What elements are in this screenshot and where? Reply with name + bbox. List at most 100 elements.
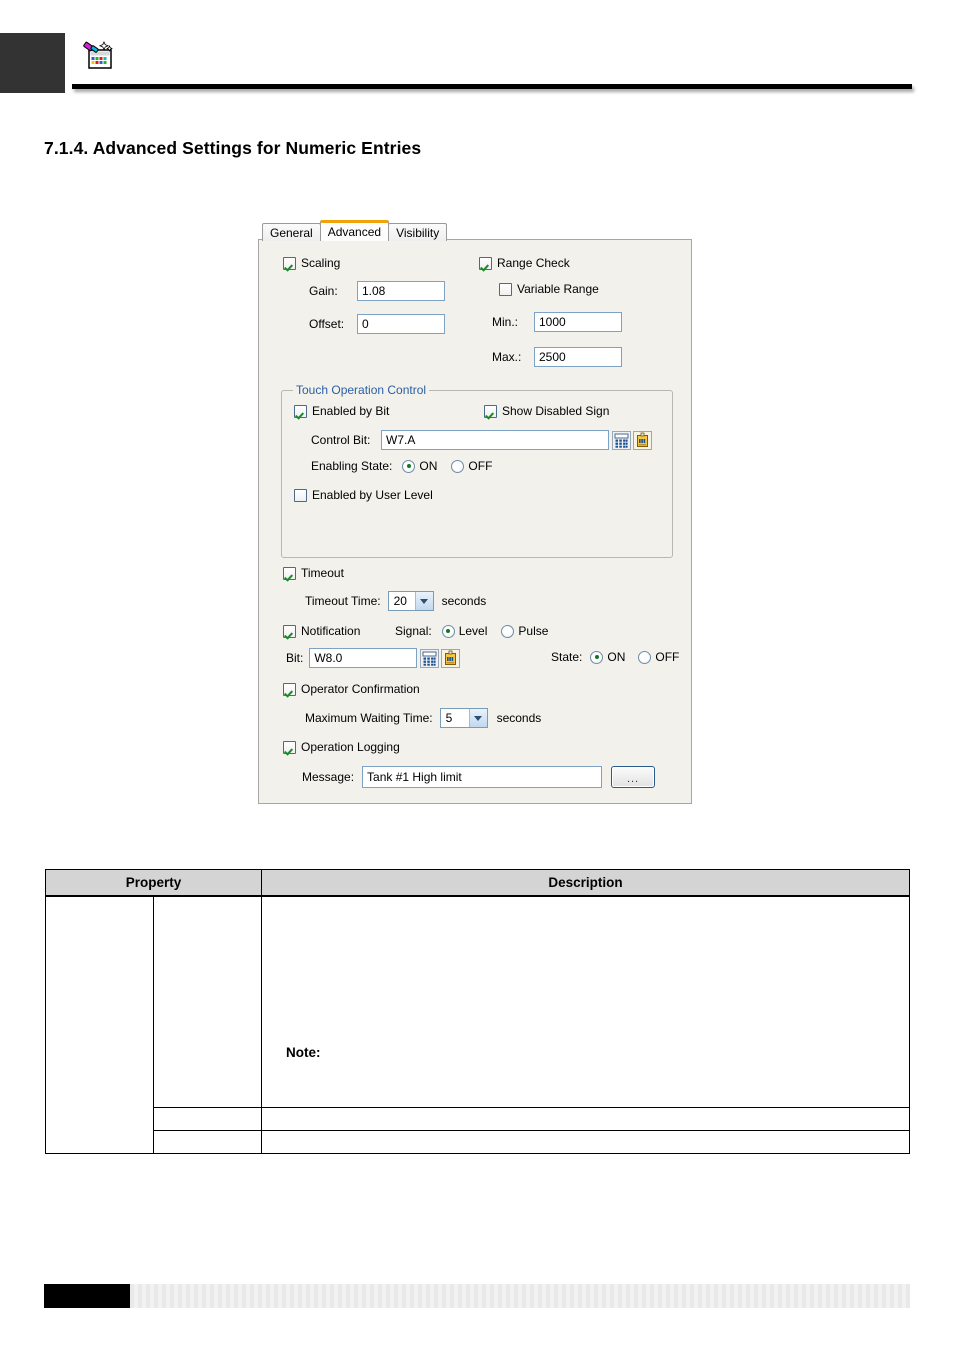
scaling-label: Scaling: [301, 256, 341, 270]
message-label: Message:: [302, 770, 355, 784]
max-waiting-time-select[interactable]: 5: [439, 708, 488, 728]
enabling-state-row: Enabling State: ON OFF: [311, 459, 492, 473]
enabling-state-label: Enabling State:: [311, 459, 393, 473]
signal-label: Signal:: [395, 624, 432, 638]
message-row: Message: Tank #1 High limit ...: [302, 766, 656, 788]
header-property: Property: [45, 869, 262, 897]
scaling-checkbox[interactable]: [283, 256, 296, 270]
enabled-by-bit-row[interactable]: Enabled by Bit: [294, 404, 389, 418]
max-waiting-time-label: Maximum Waiting Time:: [305, 711, 433, 725]
touch-operation-control-legend: Touch Operation Control: [293, 383, 430, 397]
state-label: State:: [551, 650, 583, 664]
min-label: Min.:: [492, 315, 519, 329]
notification-checkbox-row[interactable]: Notification: [283, 624, 360, 638]
signal-level-radio[interactable]: [441, 624, 455, 638]
min-input[interactable]: 1000: [534, 312, 622, 332]
header-black-marker: [0, 33, 65, 93]
keypad-icon[interactable]: [612, 430, 631, 450]
enabled-by-bit-label: Enabled by Bit: [312, 404, 390, 418]
state-off-radio[interactable]: [638, 650, 652, 664]
page-header: [0, 0, 954, 110]
notification-bit-input[interactable]: W8.0: [309, 648, 418, 668]
notification-state-row: State: ON OFF: [551, 650, 679, 664]
enabling-state-on-radio[interactable]: [402, 459, 416, 473]
notification-checkbox[interactable]: [283, 624, 296, 638]
chevron-down-icon[interactable]: [414, 592, 433, 610]
range-check-checkbox[interactable]: [479, 256, 492, 270]
browse-message-button[interactable]: ...: [611, 766, 656, 788]
range-check-label: Range Check: [497, 256, 570, 270]
table-row: [46, 1130, 910, 1154]
keypad-icon[interactable]: [420, 648, 440, 668]
page-title: 7.1.4. Advanced Settings for Numeric Ent…: [44, 138, 422, 158]
timeout-time-row: Timeout Time: 20 seconds: [305, 591, 486, 611]
tag-icon[interactable]: [633, 430, 652, 450]
footer-black-marker: [44, 1284, 130, 1308]
variable-range-row[interactable]: Variable Range: [499, 282, 599, 296]
paint-palette-window-icon: [82, 40, 114, 72]
cell-description: [261, 1107, 910, 1131]
operation-logging-checkbox-row[interactable]: Operation Logging: [283, 740, 400, 754]
header-divider-rule: [72, 84, 912, 89]
range-check-checkbox-row[interactable]: Range Check: [479, 256, 570, 270]
operation-logging-checkbox[interactable]: [283, 740, 296, 754]
max-label: Max.:: [492, 350, 522, 364]
gain-row: Gain: 1.08: [309, 281, 445, 301]
timeout-checkbox-row[interactable]: Timeout: [283, 566, 344, 580]
cell-property-sub: [153, 895, 262, 1108]
offset-row: Offset: 0: [309, 314, 445, 334]
show-disabled-sign-label: Show Disabled Sign: [502, 404, 610, 418]
state-on-label: ON: [607, 650, 626, 664]
cell-description: Note:: [261, 895, 910, 1108]
notification-bit-row: Bit: W8.0: [286, 648, 461, 668]
show-disabled-sign-row[interactable]: Show Disabled Sign: [484, 404, 609, 418]
max-input[interactable]: 2500: [534, 347, 622, 367]
cell-description: [261, 1130, 910, 1154]
timeout-time-value: 20: [393, 594, 407, 608]
max-waiting-time-row: Maximum Waiting Time: 5 seconds: [305, 708, 541, 728]
cell-property-group: [45, 895, 154, 1154]
enabled-by-bit-checkbox[interactable]: [294, 404, 307, 418]
timeout-label: Timeout: [301, 566, 344, 580]
table-row: Note:: [45, 895, 910, 1154]
tab-advanced[interactable]: Advanced: [319, 220, 390, 241]
offset-label: Offset:: [309, 317, 345, 331]
operator-confirmation-checkbox[interactable]: [283, 682, 296, 696]
cell-property-sub: [153, 1107, 262, 1131]
signal-pulse-label: Pulse: [518, 624, 549, 638]
control-bit-row: Control Bit: W7.A: [311, 430, 652, 450]
enabling-state-off-radio[interactable]: [451, 459, 465, 473]
timeout-checkbox[interactable]: [283, 566, 296, 580]
message-input[interactable]: Tank #1 High limit: [362, 766, 603, 788]
control-bit-input[interactable]: W7.A: [381, 430, 609, 450]
signal-level-label: Level: [458, 624, 488, 638]
max-waiting-time-unit: seconds: [496, 711, 542, 725]
timeout-time-unit: seconds: [441, 594, 487, 608]
tab-general[interactable]: General: [262, 223, 321, 241]
chevron-down-icon[interactable]: [468, 709, 487, 727]
operator-confirmation-label: Operator Confirmation: [301, 682, 420, 696]
notification-label: Notification: [301, 624, 361, 638]
gain-input[interactable]: 1.08: [357, 281, 445, 301]
footer-pattern-bar: [130, 1284, 910, 1308]
offset-input[interactable]: 0: [357, 314, 445, 334]
enabling-state-off-label: OFF: [468, 459, 493, 473]
enabled-by-user-level-row[interactable]: Enabled by User Level: [294, 488, 433, 502]
tab-visibility[interactable]: Visibility: [388, 223, 448, 241]
scaling-checkbox-row[interactable]: Scaling: [283, 256, 340, 270]
cell-property-sub: [153, 1130, 262, 1154]
max-waiting-time-value: 5: [445, 711, 453, 725]
state-on-radio[interactable]: [590, 650, 604, 664]
variable-range-checkbox[interactable]: [499, 282, 512, 296]
enabling-state-on-label: ON: [419, 459, 438, 473]
max-row: Max.: 2500: [492, 347, 622, 367]
timeout-time-select[interactable]: 20: [387, 591, 434, 611]
enabled-by-user-level-checkbox[interactable]: [294, 488, 307, 502]
control-bit-label: Control Bit:: [311, 433, 371, 447]
tag-icon[interactable]: [441, 648, 461, 668]
show-disabled-sign-checkbox[interactable]: [484, 404, 497, 418]
signal-pulse-radio[interactable]: [501, 624, 515, 638]
notification-signal-row: Signal: Level Pulse: [395, 624, 548, 638]
table-row: [46, 1107, 910, 1131]
operator-confirmation-checkbox-row[interactable]: Operator Confirmation: [283, 682, 420, 696]
